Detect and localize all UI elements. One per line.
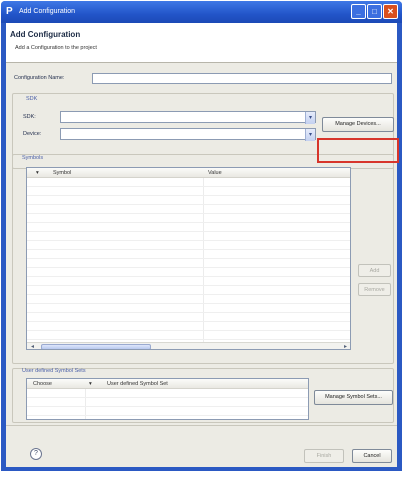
window-title: Add Configuration xyxy=(19,8,76,15)
symbols-group-title: Symbols xyxy=(22,155,44,161)
highlight-box xyxy=(317,138,399,163)
minimize-button[interactable]: _ xyxy=(351,4,366,19)
table-row xyxy=(27,259,350,268)
config-name-label: Configuration Name: xyxy=(14,75,65,81)
scrollbar-thumb[interactable] xyxy=(41,344,151,349)
table-row xyxy=(27,178,350,187)
table-row xyxy=(27,331,350,340)
config-name-input[interactable] xyxy=(92,73,392,84)
column-header-choose[interactable]: Choose xyxy=(33,379,52,389)
footer-divider xyxy=(6,425,397,426)
table-row xyxy=(27,295,350,304)
table-row xyxy=(27,313,350,322)
manage-symbol-sets-button[interactable]: Manage Symbol Sets... xyxy=(314,390,393,405)
close-button[interactable]: ✕ xyxy=(383,4,398,19)
table-row xyxy=(27,196,350,205)
cancel-button[interactable]: Cancel xyxy=(352,449,392,463)
remove-symbol-button[interactable]: Remove xyxy=(358,283,391,296)
app-icon: P xyxy=(6,6,13,17)
title-bar[interactable]: P Add Configuration _ □ ✕ xyxy=(1,1,402,23)
table-row xyxy=(27,407,308,416)
symbol-sets-table-header: Choose ▾ User defined Symbol Set xyxy=(27,379,308,389)
add-symbol-button[interactable]: Add xyxy=(358,264,391,277)
table-row xyxy=(27,214,350,223)
column-header-symbol[interactable]: Symbol xyxy=(53,168,71,178)
device-label: Device: xyxy=(23,131,42,137)
window-frame: P Add Configuration _ □ ✕ Add Configurat… xyxy=(1,1,402,471)
help-icon[interactable]: ? xyxy=(30,448,42,460)
table-row xyxy=(27,398,308,407)
table-row xyxy=(27,187,350,196)
table-row xyxy=(27,304,350,313)
maximize-button[interactable]: □ xyxy=(367,4,382,19)
device-combo[interactable]: ▾ xyxy=(60,128,316,141)
scroll-right-icon[interactable]: ▸ xyxy=(341,343,350,349)
symbol-sets-rows xyxy=(27,389,308,416)
table-row xyxy=(27,205,350,214)
table-row xyxy=(27,250,350,259)
table-row xyxy=(27,241,350,250)
page-description: Add a Configuration to the project xyxy=(15,45,97,51)
dialog-body: Add Configuration Add a Configuration to… xyxy=(6,23,397,467)
sdk-group-title: SDK xyxy=(26,96,38,102)
symbols-table-header: ▾ Symbol Value xyxy=(27,168,350,178)
table-row xyxy=(27,268,350,277)
table-row xyxy=(27,223,350,232)
chevron-down-icon[interactable]: ▾ xyxy=(305,112,315,124)
symbols-rows xyxy=(27,178,350,342)
table-row xyxy=(27,286,350,295)
symbols-table[interactable]: ▾ Symbol Value ◂ ▸ xyxy=(26,167,351,350)
sdk-label: SDK: xyxy=(23,114,36,120)
table-row xyxy=(27,277,350,286)
chevron-down-icon[interactable]: ▾ xyxy=(305,129,315,141)
symbol-sets-table[interactable]: Choose ▾ User defined Symbol Set xyxy=(26,378,309,420)
scroll-left-icon[interactable]: ◂ xyxy=(28,343,37,349)
table-row xyxy=(27,389,308,398)
column-header-value[interactable]: Value xyxy=(208,168,222,178)
horizontal-scrollbar[interactable]: ◂ ▸ xyxy=(27,342,350,349)
symbol-sets-group-title: User defined Symbol Sets xyxy=(22,368,86,374)
sort-icon: ▾ xyxy=(36,170,39,176)
page-background xyxy=(0,472,403,499)
sort-icon: ▾ xyxy=(89,381,92,387)
table-row xyxy=(27,232,350,241)
page-title: Add Configuration xyxy=(10,30,81,39)
manage-devices-button[interactable]: Manage Devices... xyxy=(322,117,394,132)
finish-button[interactable]: Finish xyxy=(304,449,344,463)
sdk-combo[interactable]: ▾ xyxy=(60,111,316,124)
table-row xyxy=(27,322,350,331)
column-header-symbol-set[interactable]: User defined Symbol Set xyxy=(107,379,168,389)
dialog-header: Add Configuration Add a Configuration to… xyxy=(6,23,397,63)
